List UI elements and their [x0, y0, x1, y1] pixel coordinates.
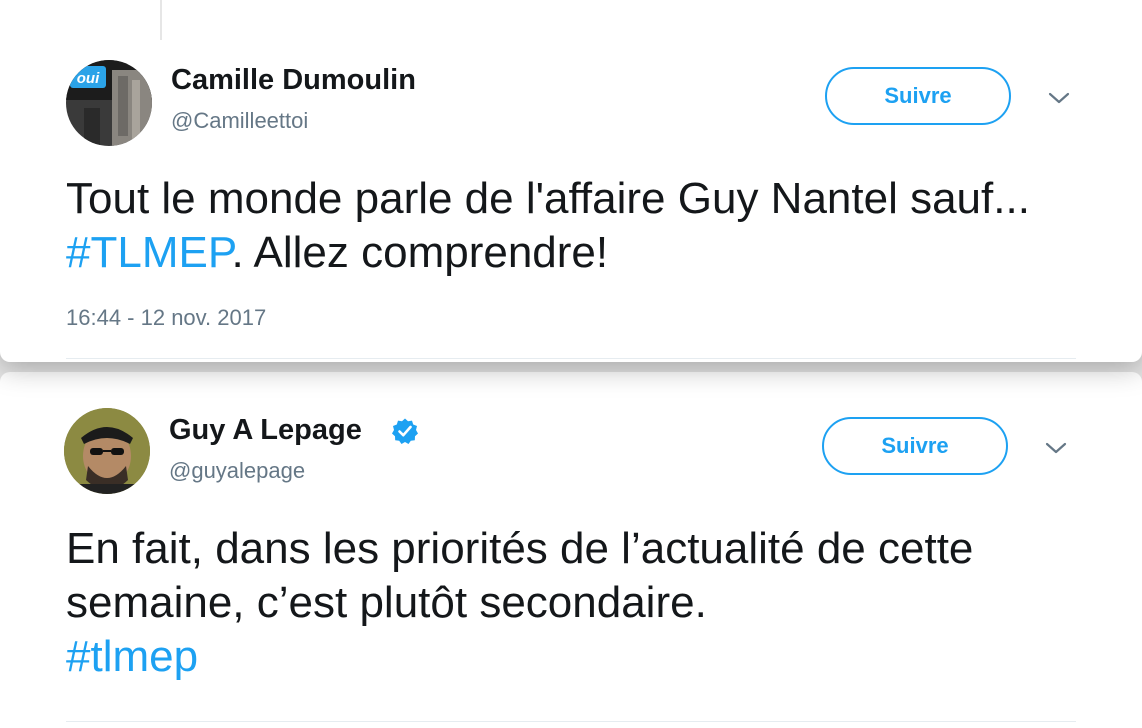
tweet-text-part: En fait, dans les priorités de l’actuali…: [66, 524, 974, 627]
author-handle[interactable]: @guyalepage: [169, 458, 305, 484]
tweet-text-part: . Allez comprendre!: [231, 228, 609, 277]
hashtag-link[interactable]: #TLMEP: [66, 228, 232, 277]
author-handle[interactable]: @Camilleettoi: [171, 108, 308, 134]
tweet-card-camille: oui Camille Dumoulin @Camilleettoi Suivr…: [0, 0, 1142, 362]
follow-button[interactable]: Suivre: [822, 417, 1008, 475]
chevron-down-icon[interactable]: [1044, 440, 1068, 456]
avatar-guy[interactable]: [64, 408, 150, 494]
svg-text:oui: oui: [77, 70, 100, 87]
divider: [66, 358, 1076, 359]
tweet-text: En fait, dans les priorités de l’actuali…: [66, 522, 1006, 684]
verified-badge-icon: [391, 417, 419, 445]
tweet-text: Tout le monde parle de l'affaire Guy Nan…: [66, 172, 1046, 280]
divider: [160, 0, 162, 40]
author-name[interactable]: Camille Dumoulin: [171, 64, 416, 97]
tweet-text-part: Tout le monde parle de l'affaire Guy Nan…: [66, 174, 1030, 223]
tweet-card-guy: Guy A Lepage @guyalepage Suivre En fait,…: [0, 372, 1142, 728]
tweet-timestamp[interactable]: 16:44 - 12 nov. 2017: [66, 305, 266, 331]
hashtag-link[interactable]: #tlmep: [66, 632, 198, 681]
avatar-camille[interactable]: oui: [66, 60, 152, 146]
divider: [66, 721, 1076, 722]
follow-button[interactable]: Suivre: [825, 67, 1011, 125]
chevron-down-icon[interactable]: [1047, 90, 1071, 106]
author-name[interactable]: Guy A Lepage: [169, 414, 362, 447]
